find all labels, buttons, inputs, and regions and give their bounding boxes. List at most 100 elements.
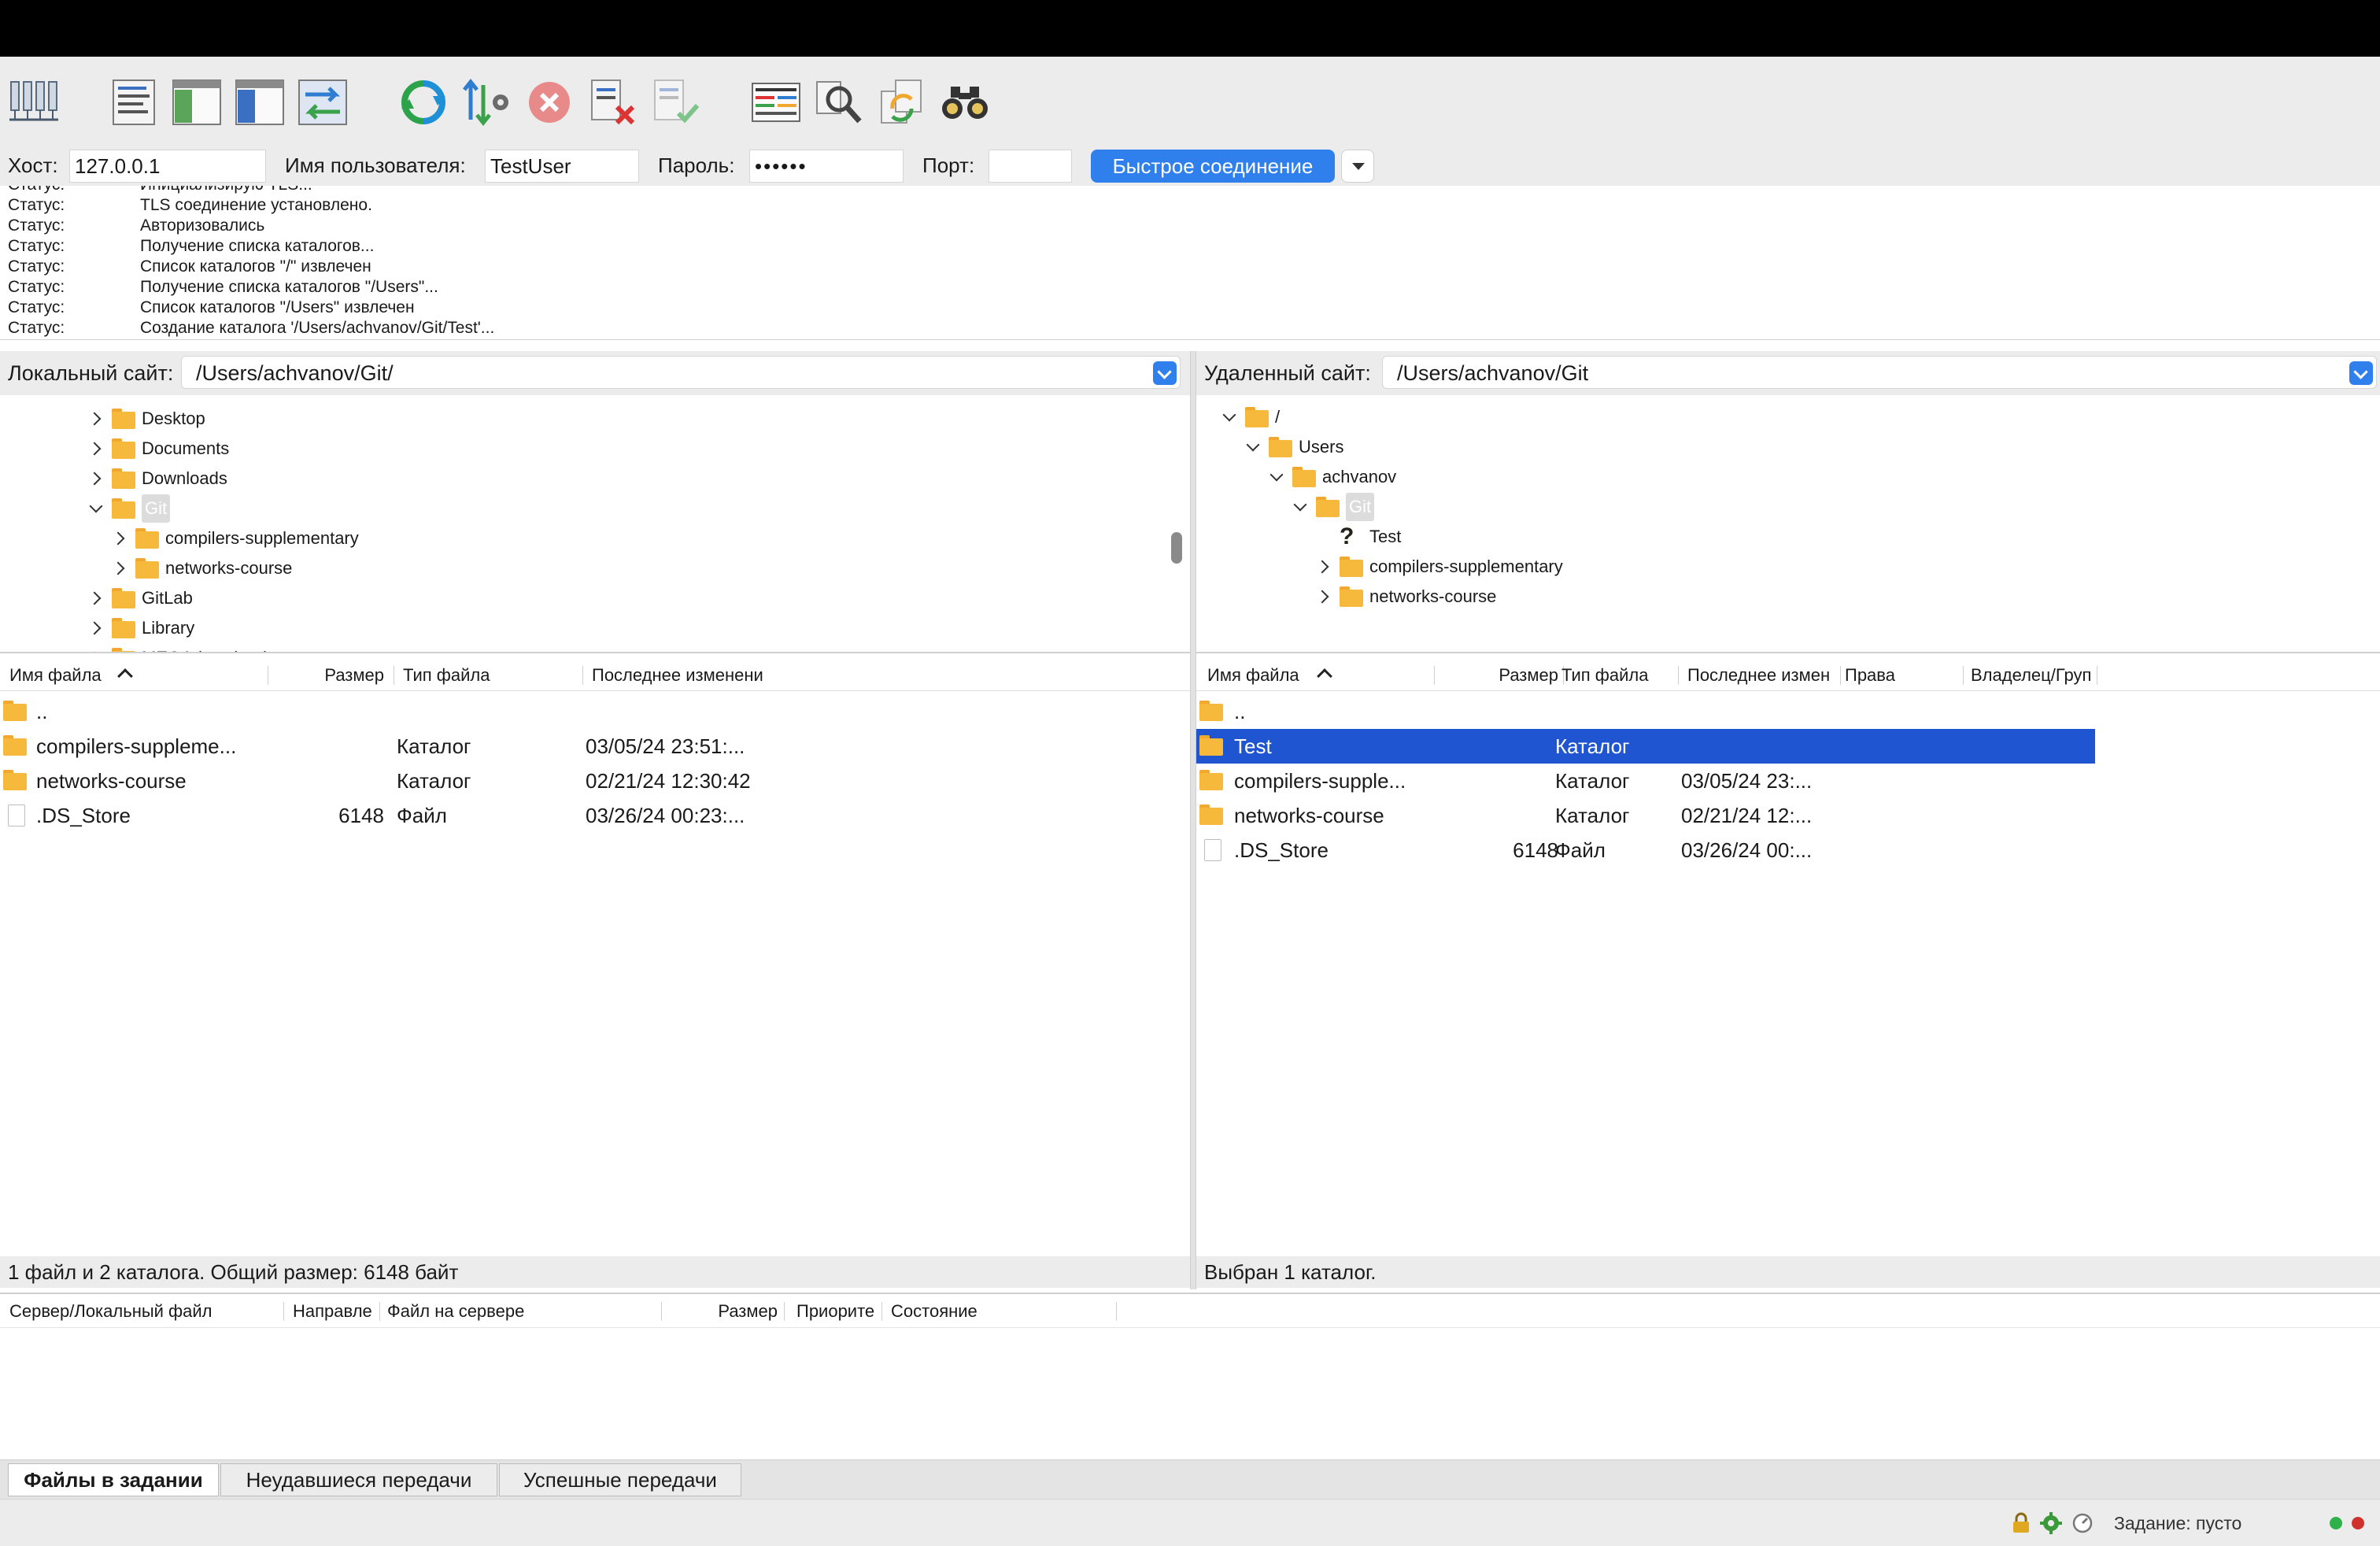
column-filetype[interactable]: Тип файла xyxy=(1561,660,1680,691)
local-path-combobox[interactable]: /Users/achvanov/Git/ xyxy=(181,356,1181,389)
tab-failed-transfers[interactable]: Неудавшиеся передачи xyxy=(220,1463,497,1496)
tab-successful-transfers[interactable]: Успешные передачи xyxy=(499,1463,741,1496)
toggle-queue-icon[interactable] xyxy=(296,76,349,129)
chevron-right-icon[interactable] xyxy=(88,644,105,652)
column-permissions[interactable]: Права xyxy=(1845,660,1963,691)
remote-file-list[interactable]: .. Test Каталог compilers-supple... Каталог 0… xyxy=(1196,691,2380,1255)
quickconnect-button[interactable]: Быстрое соединение xyxy=(1091,150,1335,183)
column-owner[interactable]: Владелец/Груп xyxy=(1971,660,2097,691)
search-icon[interactable] xyxy=(938,76,992,129)
chevron-right-icon[interactable] xyxy=(88,405,105,433)
queue-column-priority[interactable]: Приорите xyxy=(796,1299,881,1324)
reconnect-icon[interactable] xyxy=(649,76,702,129)
column-filetype[interactable]: Тип файла xyxy=(403,660,576,691)
speed-limit-icon[interactable] xyxy=(2071,1512,2094,1534)
process-queue-icon[interactable] xyxy=(460,76,513,129)
compare-icon[interactable] xyxy=(812,76,866,129)
directory-filter-icon[interactable] xyxy=(749,76,803,129)
tree-item[interactable]: compilers-supplementary xyxy=(1196,553,2361,581)
toggle-local-tree-icon[interactable] xyxy=(170,76,224,129)
sync-browse-icon[interactable] xyxy=(875,76,929,129)
folder-icon xyxy=(135,528,159,549)
file-row[interactable]: .. xyxy=(0,694,1190,729)
local-tree-scrollbar[interactable] xyxy=(1171,532,1182,564)
password-input[interactable] xyxy=(749,150,904,183)
message-log[interactable]: Статус: Инициализирую TLS... Статус: TLS со… xyxy=(0,186,2380,340)
site-manager-icon[interactable] xyxy=(6,76,60,129)
log-message: Список каталогов "/" извлечен xyxy=(140,257,371,276)
chevron-down-icon[interactable] xyxy=(88,494,105,523)
log-message: Список каталогов "/Users" извлечен xyxy=(140,298,415,316)
column-filename[interactable]: Имя файла xyxy=(1207,660,1325,691)
file-row[interactable]: .DS_Store 6148 Файл 03/26/24 00:... xyxy=(1196,833,2095,867)
chevron-down-icon[interactable] xyxy=(1245,433,1262,461)
tree-item[interactable]: GitLab xyxy=(0,584,1165,612)
tree-item[interactable]: Documents xyxy=(0,435,1165,463)
port-input[interactable] xyxy=(989,150,1072,183)
chevron-down-icon[interactable] xyxy=(2349,361,2373,385)
chevron-down-icon[interactable] xyxy=(1153,361,1177,385)
gear-icon[interactable] xyxy=(2040,1512,2062,1534)
chevron-right-icon[interactable] xyxy=(112,554,129,583)
file-row[interactable]: networks-course Каталог 02/21/24 12:... xyxy=(1196,798,2095,833)
chevron-right-icon[interactable] xyxy=(88,614,105,642)
tree-item[interactable]: achvanov xyxy=(1196,463,2361,491)
queue-column-status[interactable]: Состояние xyxy=(891,1299,1111,1324)
cancel-icon[interactable] xyxy=(523,76,576,129)
tree-item[interactable]: networks-course xyxy=(0,554,1165,583)
refresh-icon[interactable] xyxy=(397,76,450,129)
tree-item[interactable]: MEGAdownload xyxy=(0,644,1165,652)
tree-item[interactable]: Git xyxy=(1196,493,2361,521)
file-type: Файл xyxy=(397,804,447,827)
log-row: Статус: Создание каталога '/Users/achvano… xyxy=(0,318,2380,338)
file-row[interactable]: .DS_Store 6148 Файл 03/26/24 00:23:... xyxy=(0,798,1190,833)
file-row[interactable]: compilers-supple... Каталог 03/05/24 23:..… xyxy=(1196,764,2095,798)
lock-icon[interactable] xyxy=(2010,1512,2032,1534)
chevron-right-icon[interactable] xyxy=(1316,553,1333,581)
queue-column-size[interactable]: Размер xyxy=(669,1299,778,1324)
local-directory-tree[interactable]: Desktop Documents Downloads Git compilers-su… xyxy=(0,397,1190,653)
file-row[interactable]: .. xyxy=(1196,694,2095,729)
queue-column-local[interactable]: Сервер/Локальный файл xyxy=(9,1299,277,1324)
file-row[interactable]: compilers-suppleme... Каталог 03/05/24 23:… xyxy=(0,729,1190,764)
tree-item[interactable]: Git xyxy=(0,494,1165,523)
username-input[interactable] xyxy=(485,150,639,183)
file-row[interactable]: Test Каталог xyxy=(1196,729,2095,764)
disconnect-icon[interactable] xyxy=(586,76,639,129)
tree-item[interactable]: compilers-supplementary xyxy=(0,524,1165,553)
chevron-right-icon[interactable] xyxy=(1316,583,1333,611)
transfer-queue[interactable]: Сервер/Локальный файл Направле Файл на с… xyxy=(0,1293,2380,1459)
remote-directory-tree[interactable]: / Users achvanov Git? Test compilers-suppleme… xyxy=(1196,397,2380,653)
toggle-log-icon[interactable] xyxy=(107,76,161,129)
tree-item[interactable]: Library xyxy=(0,614,1165,642)
queue-column-remote[interactable]: Файл на сервере xyxy=(387,1299,655,1324)
column-filename[interactable]: Имя файла xyxy=(9,660,128,691)
chevron-down-icon[interactable] xyxy=(1292,493,1310,521)
host-input[interactable] xyxy=(69,150,266,183)
chevron-down-icon[interactable] xyxy=(1221,403,1239,431)
chevron-right-icon[interactable] xyxy=(88,464,105,493)
column-size[interactable]: Размер xyxy=(1434,660,1558,691)
remote-path-combobox[interactable]: /Users/achvanov/Git xyxy=(1382,356,2377,389)
quickconnect-history-dropdown[interactable] xyxy=(1341,150,1374,183)
folder-icon xyxy=(1316,497,1340,517)
column-size[interactable]: Размер xyxy=(268,660,384,691)
toggle-remote-tree-icon[interactable] xyxy=(233,76,286,129)
tree-item[interactable]: ? Test xyxy=(1196,523,2361,551)
tree-item[interactable]: networks-course xyxy=(1196,583,2361,611)
file-row[interactable]: networks-course Каталог 02/21/24 12:30:42 xyxy=(0,764,1190,798)
tab-queued-files[interactable]: Файлы в задании xyxy=(8,1463,219,1496)
column-modified[interactable]: Последнее измен xyxy=(1687,660,1842,691)
pane-splitter[interactable] xyxy=(1190,351,1196,1289)
chevron-right-icon[interactable] xyxy=(112,524,129,553)
column-modified[interactable]: Последнее изменени xyxy=(592,660,773,691)
local-file-list[interactable]: .. compilers-suppleme... Каталог 03/05/24 2… xyxy=(0,691,1190,1255)
tree-item[interactable]: Downloads xyxy=(0,464,1165,493)
queue-column-direction[interactable]: Направле xyxy=(293,1299,378,1324)
chevron-right-icon[interactable] xyxy=(88,435,105,463)
tree-item[interactable]: / xyxy=(1196,403,2361,431)
tree-item[interactable]: Desktop xyxy=(0,405,1165,433)
chevron-down-icon[interactable] xyxy=(1269,463,1286,491)
tree-item[interactable]: Users xyxy=(1196,433,2361,461)
chevron-right-icon[interactable] xyxy=(88,584,105,612)
